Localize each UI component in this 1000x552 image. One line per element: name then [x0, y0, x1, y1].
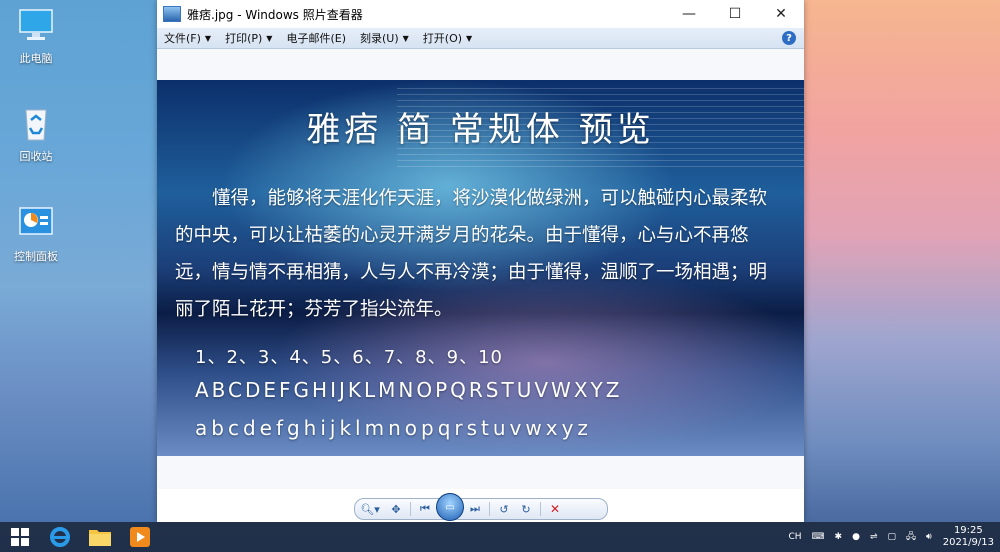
start-button[interactable] [0, 522, 40, 552]
menu-bar: 文件(F) ▼ 打印(P) ▼ 电子邮件(E) 刻录(U) ▼ 打开(O) ▼ ? [157, 28, 804, 49]
image-numbers: 1、2、3、4、5、6、7、8、9、10 [195, 347, 503, 368]
desktop-icon-label: 控制面板 [14, 250, 58, 263]
network-activity-icon[interactable]: ● [847, 532, 865, 542]
usb-icon[interactable]: ⇌ [865, 532, 883, 542]
desktop-right [804, 0, 1000, 522]
taskbar: CH ⌨ ✱ ● ⇌ ▢ 🖧︎ 🔊︎ 19:25 2021/9/13 [0, 522, 1000, 552]
actual-size-icon[interactable]: ✥ [385, 500, 407, 518]
volume-icon[interactable]: 🔊︎ [921, 532, 937, 542]
rotate-left-icon[interactable]: ↺ [493, 500, 515, 518]
taskbar-ie[interactable] [40, 522, 80, 552]
title-bar[interactable]: 雅痞.jpg - Windows 照片查看器 — ☐ ✕ [157, 0, 804, 28]
image-lowercase: abcdefghijklmnopqrstuvwxyz [195, 416, 592, 440]
desktop-icon-this-pc[interactable]: 此电脑 [1, 8, 71, 66]
window-title: 雅痞.jpg - Windows 照片查看器 [187, 7, 363, 22]
next-icon[interactable]: ⏭ [464, 500, 486, 518]
caret-down-icon: ▼ [204, 33, 212, 43]
caret-down-icon: ▼ [266, 33, 273, 43]
clock-date: 2021/9/13 [942, 537, 994, 548]
caret-down-icon: ▼ [466, 33, 473, 43]
bluetooth-icon[interactable]: ✱ [830, 532, 848, 542]
control-panel-icon [16, 206, 56, 242]
menu-label: 文件(F) [164, 32, 201, 45]
desktop-icon-label: 此电脑 [19, 52, 53, 65]
clock[interactable]: 19:25 2021/9/13 [937, 525, 1000, 549]
close-button[interactable]: ✕ [758, 0, 804, 28]
folder-icon [89, 530, 111, 546]
delete-icon[interactable]: ✕ [544, 500, 566, 518]
menu-email[interactable]: 电子邮件(E) [279, 30, 353, 46]
menu-file[interactable]: 文件(F) ▼ [157, 30, 218, 46]
rotate-right-icon[interactable]: ↻ [515, 500, 537, 518]
action-center-icon[interactable]: ▢ [882, 532, 901, 542]
media-player-icon [130, 527, 150, 547]
slideshow-icon[interactable]: ▭ [436, 493, 464, 521]
menu-label: 电子邮件(E) [286, 32, 346, 45]
menu-open[interactable]: 打开(O) ▼ [416, 30, 479, 46]
divider [410, 502, 411, 516]
previous-icon[interactable]: ⏮ [414, 500, 436, 518]
divider [489, 502, 490, 516]
desktop-icon-control-panel[interactable]: 控制面板 [1, 206, 71, 264]
desktop-icon-label: 回收站 [19, 150, 53, 163]
maximize-button[interactable]: ☐ [712, 0, 758, 28]
zoom-icon[interactable]: 🔍︎▾ [355, 500, 385, 518]
viewer-controls: 🔍︎▾ ✥ ⏮ ▭ ⏭ ↺ ↻ ✕ [354, 493, 608, 521]
menu-label: 打开(O) [422, 32, 463, 45]
menu-print[interactable]: 打印(P) ▼ [218, 30, 279, 46]
photo-viewer-icon [163, 6, 181, 22]
photo-viewer-window: 雅痞.jpg - Windows 照片查看器 — ☐ ✕ 文件(F) ▼ 打印(P… [157, 0, 804, 522]
recycle-bin-icon [16, 106, 56, 142]
caret-down-icon: ▼ [402, 33, 409, 43]
network-icon[interactable]: 🖧︎ [901, 529, 921, 545]
image-viewer-area: 雅痞 简 常规体 预览 懂得，能够将天涯化作天涯，将沙漠化做绿洲，可以触碰内心最… [157, 49, 804, 489]
internet-explorer-icon [50, 527, 70, 547]
desktop-icon-recycle-bin[interactable]: 回收站 [1, 106, 71, 164]
image-title: 雅痞 简 常规体 预览 [306, 110, 655, 150]
minimize-button[interactable]: — [666, 0, 712, 28]
language-indicator[interactable]: CH [783, 532, 806, 542]
displayed-image: 雅痞 简 常规体 预览 懂得，能够将天涯化作天涯，将沙漠化做绿洲，可以触碰内心最… [157, 80, 804, 456]
taskbar-explorer[interactable] [80, 522, 120, 552]
taskbar-media[interactable] [120, 522, 160, 552]
menu-label: 打印(P) [225, 32, 263, 45]
image-paragraph: 懂得，能够将天涯化作天涯，将沙漠化做绿洲，可以触碰内心最柔软的中央，可以让枯萎的… [175, 188, 768, 320]
divider [540, 502, 541, 516]
clock-time: 19:25 [953, 525, 983, 536]
image-uppercase: ABCDEFGHIJKLMNOPQRSTUVWXYZ [195, 378, 623, 402]
menu-label: 刻录(U) [360, 32, 399, 45]
windows-logo-icon [11, 528, 29, 546]
system-tray: CH ⌨ ✱ ● ⇌ ▢ 🖧︎ 🔊︎ 19:25 2021/9/13 [783, 525, 1000, 549]
menu-burn[interactable]: 刻录(U) ▼ [353, 30, 416, 46]
help-icon[interactable]: ? [782, 31, 796, 45]
keyboard-icon[interactable]: ⌨ [807, 532, 830, 542]
monitor-icon [16, 8, 56, 44]
